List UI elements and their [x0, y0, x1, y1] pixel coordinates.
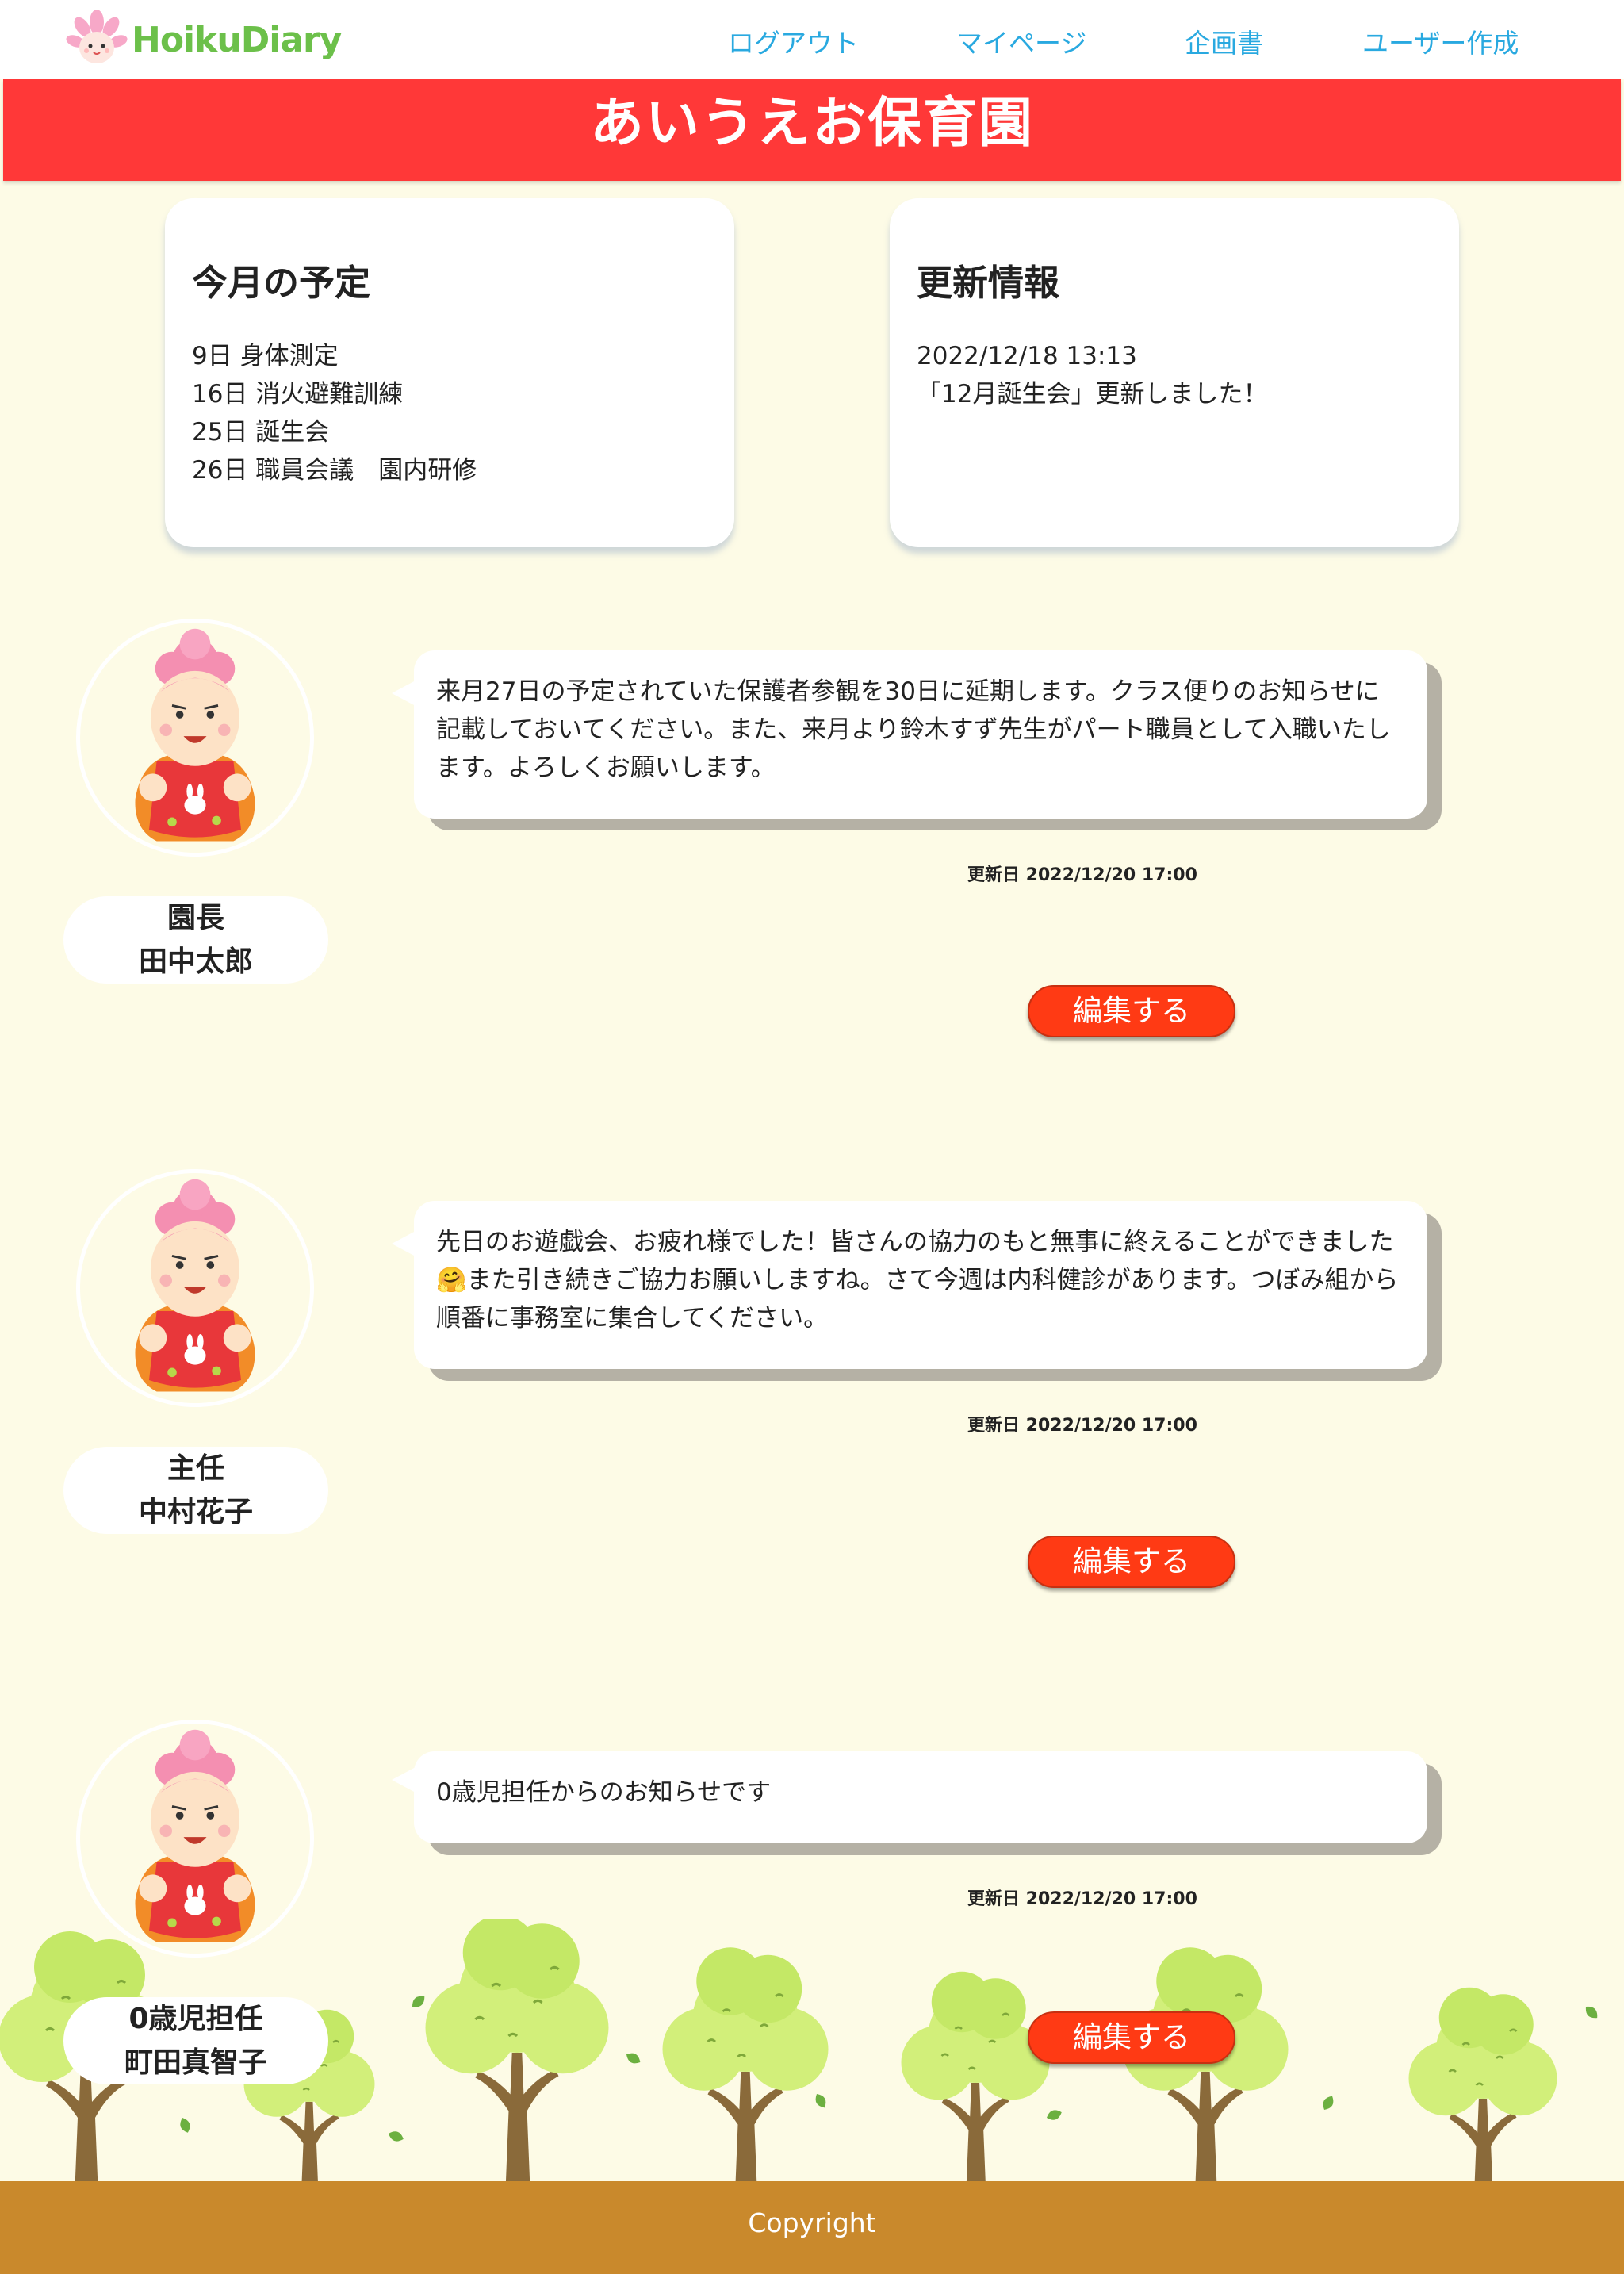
edit-button[interactable]: 編集する	[1028, 985, 1235, 1037]
page-title: あいうえお保育園	[589, 92, 1034, 155]
updates-heading: 更新情報	[917, 262, 1060, 304]
author-name-pill: 0歳児担任 町田真智子	[63, 1997, 328, 2084]
message-bubble: 先日のお遊戯会、お疲れ様でした！皆さんの協力のもと無事に終えることができました🤗…	[414, 1201, 1427, 1369]
schedule-item: 16日 消火避難訓練	[192, 380, 404, 408]
update-item: 2022/12/18 13:13	[917, 342, 1137, 370]
post-card: 園長 田中太郎 来月27日の予定されていた保護者参観を30日に延期します。クラス…	[0, 619, 1624, 1095]
teacher-avatar-icon	[134, 1178, 256, 1393]
schedule-item: 9日 身体測定	[192, 342, 339, 370]
avatar	[76, 1720, 314, 1958]
update-item: 「12月誕生会」更新しました！	[917, 380, 1268, 408]
schedule-heading: 今月の予定	[192, 262, 371, 304]
author-name-pill: 主任 中村花子	[63, 1447, 328, 1534]
footer: Copyright	[0, 2181, 1624, 2274]
schedule-card: 今月の予定 9日 身体測定 16日 消火避難訓練 25日 誕生会 26日 職員会…	[165, 198, 734, 547]
schedule-item: 25日 誕生会	[192, 418, 330, 447]
flower-logo-icon	[66, 10, 128, 63]
author-name: 中村花子	[138, 1496, 253, 1528]
author-name: 町田真智子	[124, 2046, 267, 2079]
nav-mypage[interactable]: マイページ	[956, 22, 1086, 60]
avatar	[76, 1169, 314, 1407]
teacher-avatar-icon	[134, 1728, 256, 1943]
logo-text: HoikuDiary	[132, 19, 342, 60]
title-bar: あいうえお保育園	[3, 79, 1621, 181]
nav-logout[interactable]: ログアウト	[728, 22, 859, 60]
updated-date: 更新日 2022/12/20 17:00	[967, 1889, 1197, 1909]
author-name: 田中太郎	[138, 945, 253, 978]
copyright: Copyright	[748, 2207, 876, 2238]
author-role: 主任	[167, 1452, 224, 1485]
avatar	[76, 619, 314, 857]
updated-date: 更新日 2022/12/20 17:00	[967, 865, 1197, 885]
site-logo[interactable]: HoikuDiary	[65, 8, 342, 71]
schedule-item: 26日 職員会議 園内研修	[192, 456, 477, 485]
edit-button[interactable]: 編集する	[1028, 1536, 1235, 1588]
author-role: 園長	[167, 902, 224, 934]
author-name-pill: 園長 田中太郎	[63, 896, 328, 984]
updates-card: 更新情報 2022/12/18 13:13 「12月誕生会」更新しました！	[890, 198, 1459, 547]
post-card: 主任 中村花子 先日のお遊戯会、お疲れ様でした！皆さんの協力のもと無事に終えるこ…	[0, 1169, 1624, 1645]
top-header: HoikuDiary ログアウト マイページ 企画書 ユーザー作成	[0, 0, 1624, 79]
nav-plan[interactable]: 企画書	[1185, 22, 1263, 60]
message-bubble: 0歳児担任からのお知らせです	[414, 1751, 1427, 1843]
teacher-avatar-icon	[134, 627, 256, 842]
author-role: 0歳児担任	[128, 2003, 263, 2035]
edit-button[interactable]: 編集する	[1028, 2011, 1235, 2064]
post-card: 0歳児担任 町田真智子 0歳児担任からのお知らせです 更新日 2022/12/2…	[0, 1720, 1624, 2195]
message-bubble: 来月27日の予定されていた保護者参観を30日に延期します。クラス便りのお知らせに…	[414, 650, 1427, 819]
updated-date: 更新日 2022/12/20 17:00	[967, 1416, 1197, 1436]
nav-create-user[interactable]: ユーザー作成	[1362, 22, 1519, 60]
